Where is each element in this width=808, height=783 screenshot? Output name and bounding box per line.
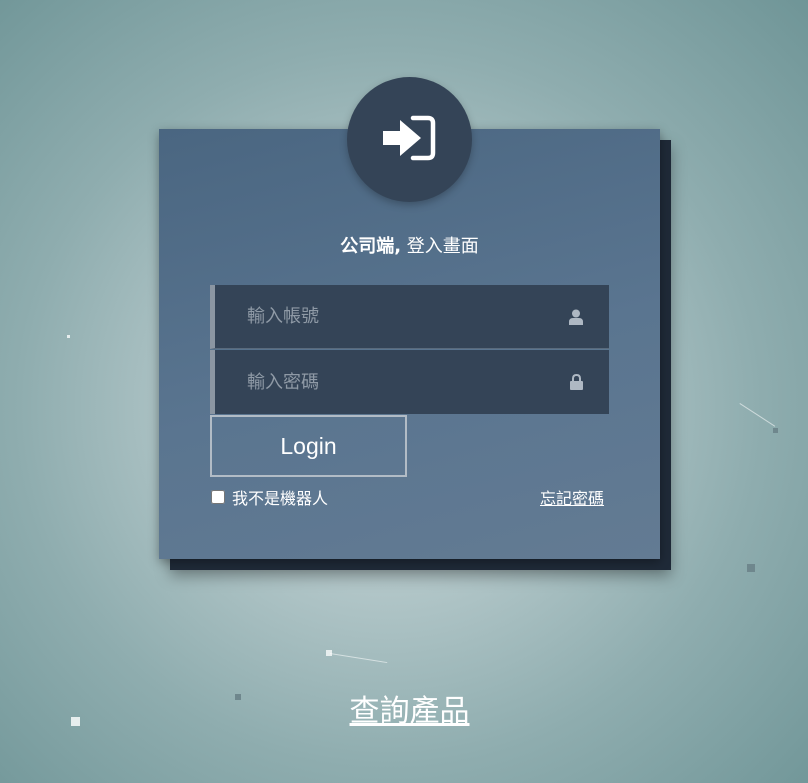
background-line — [329, 653, 388, 664]
logo-circle — [347, 77, 472, 202]
background-particle — [773, 428, 778, 433]
password-field[interactable] — [210, 349, 609, 415]
robot-check[interactable]: 我不是機器人 — [210, 485, 328, 509]
background-particle — [71, 717, 80, 726]
user-icon — [565, 309, 587, 325]
title-company: 公司端, — [340, 236, 402, 257]
login-title: 公司端, 登入畫面 — [159, 232, 660, 258]
robot-checkbox[interactable] — [211, 490, 225, 504]
forgot-password-link[interactable]: 忘記密碼 — [540, 485, 604, 509]
sign-in-icon — [380, 114, 440, 166]
lock-icon — [565, 374, 587, 390]
username-input[interactable] — [215, 284, 565, 349]
query-products-link[interactable]: 查詢產品 — [340, 686, 479, 730]
background-particle — [747, 564, 755, 572]
title-text: 登入畫面 — [401, 236, 479, 257]
background-particle — [235, 694, 241, 700]
password-input[interactable] — [215, 349, 565, 415]
background-particle — [67, 335, 70, 338]
background-line — [739, 403, 776, 427]
robot-label: 我不是機器人 — [232, 489, 329, 508]
username-field[interactable] — [210, 284, 609, 349]
login-button[interactable]: Login — [210, 415, 407, 477]
